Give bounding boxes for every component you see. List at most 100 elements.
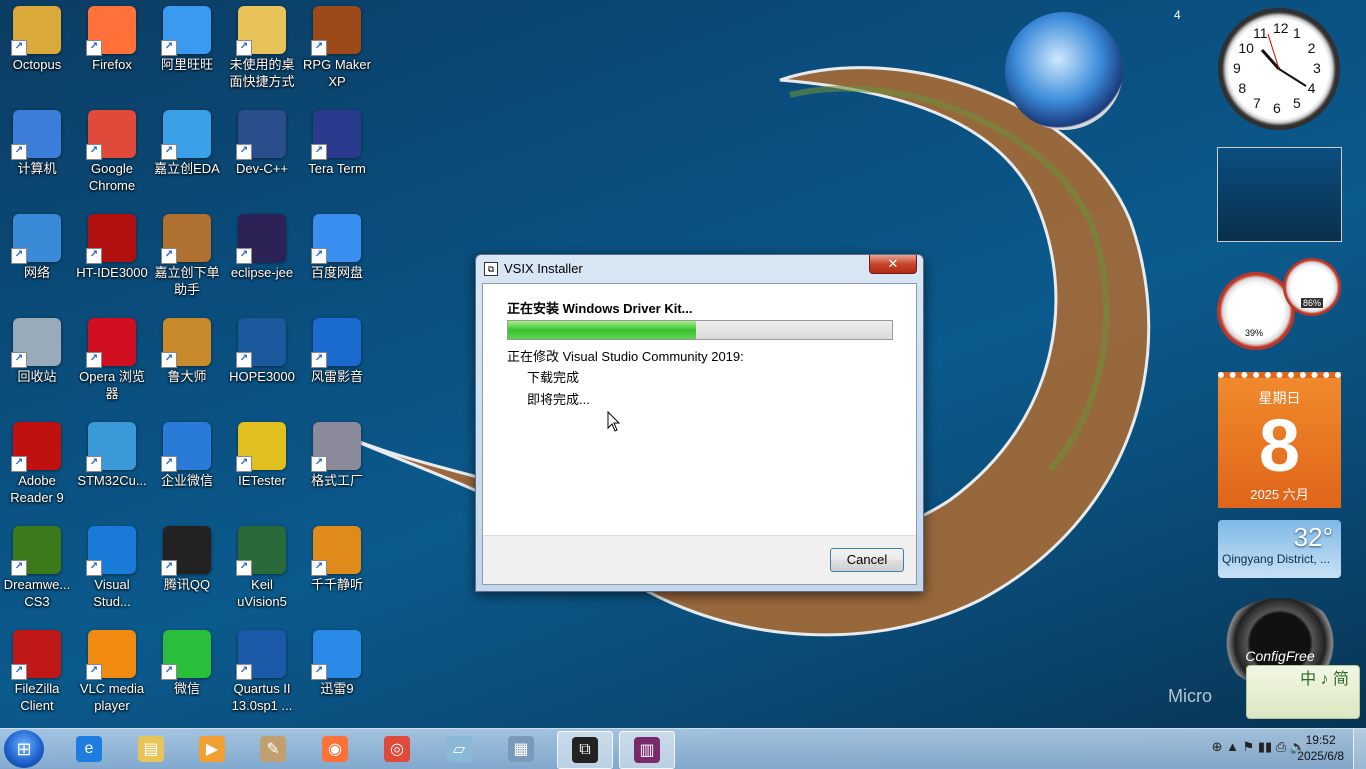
desktop-icon[interactable]: ↗ STM32Cu... — [75, 416, 149, 489]
devcpp-icon: ↗ — [236, 110, 286, 160]
shortcut-arrow-icon: ↗ — [236, 456, 252, 472]
memory-value: 86% — [1301, 298, 1324, 308]
slideshow-gadget[interactable] — [1217, 147, 1342, 242]
taskbar-item-chrome[interactable]: ◎ — [370, 731, 424, 767]
desktop-icon[interactable]: ↗ Quartus II 13.0sp1 ... — [225, 624, 299, 714]
desktop-icon-label: 格式工厂 — [310, 473, 363, 488]
desktop-icon[interactable]: ↗ 回收站 — [0, 312, 74, 385]
desktop-icon[interactable]: ↗ HOPE3000 — [225, 312, 299, 385]
close-button[interactable]: ✕ — [869, 255, 917, 274]
taskbar-clock[interactable]: 19:52 2025/6/8 — [1297, 732, 1344, 764]
shortcut-arrow-icon: ↗ — [311, 456, 327, 472]
desktop-icon-label: 阿里旺旺 — [160, 57, 213, 72]
taskbar-item-firefox[interactable]: ◉ — [308, 731, 362, 767]
desktop-icon[interactable]: ↗ 千千静听 — [300, 520, 374, 593]
desktop-icon[interactable]: ↗ IETester — [225, 416, 299, 489]
desktop-icon[interactable]: ↗ Dreamwe... CS3 — [0, 520, 74, 610]
desktop-icon-label: HT-IDE3000 — [76, 265, 148, 280]
media-center-gadget[interactable] — [1005, 12, 1123, 130]
calendar-gadget[interactable]: 星期日 8 2025 六月 — [1218, 372, 1341, 508]
desktop-icon[interactable]: ↗ RPG Maker XP — [300, 0, 374, 90]
desktop-icon[interactable]: ↗ 腾讯QQ — [150, 520, 224, 593]
shortcut-arrow-icon: ↗ — [161, 352, 177, 368]
shortcut-arrow-icon: ↗ — [311, 560, 327, 576]
ietester-icon: ↗ — [236, 422, 286, 472]
clock-number: 11 — [1253, 25, 1268, 42]
shortcut-arrow-icon: ↗ — [236, 248, 252, 264]
desktop-icon[interactable]: ↗ 企业微信 — [150, 416, 224, 489]
desktop-icon[interactable]: ↗ 格式工厂 — [300, 416, 374, 489]
desktop-icon[interactable]: ↗ 计算机 — [0, 104, 74, 177]
desktop-icon-label: 回收站 — [17, 369, 57, 384]
desktop-icon[interactable]: ↗ 阿里旺旺 — [150, 0, 224, 73]
cpu-meter-gadget: 39% 86% — [1217, 258, 1342, 350]
shortcut-arrow-icon: ↗ — [161, 40, 177, 56]
taskbar-item-explorer[interactable]: ▤ — [124, 731, 178, 767]
clock-number: 8 — [1238, 80, 1247, 96]
opera-icon: ↗ — [86, 318, 136, 368]
desktop-icon[interactable]: ↗ FileZilla Client — [0, 624, 74, 714]
system-tray[interactable]: ⊕ ▲ ⚑ ▮▮ ⎙ 🔊 — [1212, 739, 1306, 755]
taskbar-item-media[interactable]: ▶ — [185, 731, 239, 767]
desktop-icon[interactable]: ↗ 风雷影音 — [300, 312, 374, 385]
desktop-icon[interactable]: ↗ Tera Term — [300, 104, 374, 177]
desktop-icon-label: Firefox — [92, 57, 132, 72]
shortcut-arrow-icon: ↗ — [311, 40, 327, 56]
windows-start-icon[interactable]: ⊞ — [4, 730, 44, 768]
show-desktop-button[interactable] — [1353, 729, 1366, 769]
calendar-year-month: 2025 六月 — [1250, 487, 1309, 502]
desktop-icon-label: Dreamwe... CS3 — [3, 577, 71, 609]
desktop-icon[interactable]: ↗ 嘉立创EDA — [150, 104, 224, 177]
taskbar-item-winrar[interactable]: ▥ — [619, 731, 675, 769]
shortcut-arrow-icon: ↗ — [86, 352, 102, 368]
desktop-icon[interactable]: ↗ 微信 — [150, 624, 224, 697]
aliwangwang-icon: ↗ — [161, 6, 211, 56]
desktop-icon[interactable]: ↗ 未使用的桌面快捷方式 — [225, 0, 299, 90]
desktop-icon[interactable]: ↗ 网络 — [0, 208, 74, 281]
shortcut-arrow-icon: ↗ — [11, 248, 27, 264]
cpu-value: 39% — [1243, 328, 1266, 338]
desktop-icon[interactable]: ↗ Keil uVision5 — [225, 520, 299, 610]
desktop-icon[interactable]: ↗ 嘉立创下单助手 — [150, 208, 224, 298]
weather-gadget[interactable]: 32° Qingyang District, ... — [1218, 520, 1341, 578]
shortcut-arrow-icon: ↗ — [161, 456, 177, 472]
install-heading: 正在安装 Windows Driver Kit... — [507, 301, 693, 316]
desktop-icon[interactable]: ↗ eclipse-jee — [225, 208, 299, 281]
filezilla-icon: ↗ — [11, 630, 61, 680]
desktop-icon[interactable]: ↗ 百度网盘 — [300, 208, 374, 281]
clock-number: 6 — [1273, 100, 1281, 116]
folder-user-icon: ↗ — [11, 6, 61, 56]
recycle-bin-icon: ↗ — [11, 318, 61, 368]
desktop-icon[interactable]: ↗ Dev-C++ — [225, 104, 299, 177]
desktop-icon-label: FileZilla Client — [14, 681, 60, 713]
desktop-icon[interactable]: ↗ VLC media player — [75, 624, 149, 714]
desktop-icon[interactable]: ↗ HT-IDE3000 — [75, 208, 149, 281]
clock-number: 9 — [1233, 60, 1241, 76]
desktop-icon[interactable]: ↗ 迅雷9 — [300, 624, 374, 697]
internet-explorer-icon: e — [76, 736, 102, 762]
ime-language-bar[interactable]: 中 ♪ 简 — [1246, 665, 1360, 719]
desktop-icon-label: IETester — [238, 473, 286, 488]
wechat-icon: ↗ — [161, 630, 211, 680]
desktop-icon[interactable]: ↗ Opera 浏览器 — [75, 312, 149, 402]
configfree-label: ConfigFree — [1245, 648, 1315, 664]
taskbar-item-notes[interactable]: ▱ — [432, 731, 486, 767]
desktop-icon[interactable]: ↗ Visual Stud... — [75, 520, 149, 610]
vsix-installer-icon: ⧉ — [572, 737, 598, 763]
desktop-icon[interactable]: ↗ Adobe Reader 9 — [0, 416, 74, 506]
desktop-icon[interactable]: ↗ 鲁大师 — [150, 312, 224, 385]
taskbar-item-paint[interactable]: ✎ — [246, 731, 300, 767]
desktop-icon[interactable]: ↗ Firefox — [75, 0, 149, 73]
desktop-icon[interactable]: ↗ Google Chrome — [75, 104, 149, 194]
cancel-button[interactable]: Cancel — [830, 548, 904, 572]
taskbar-item-calc[interactable]: ▦ — [494, 731, 548, 767]
taskbar-item-ie[interactable]: e — [62, 731, 116, 767]
shortcut-arrow-icon: ↗ — [11, 40, 27, 56]
desktop-icon-label: 嘉立创下单助手 — [154, 265, 220, 297]
microsoft-watermark: Micro — [1168, 686, 1212, 706]
taskbar-item-vsix[interactable]: ⧉ — [557, 731, 613, 769]
taskbar-date: 2025/6/8 — [1297, 749, 1344, 763]
desktop-icon[interactable]: ↗ Octopus — [0, 0, 74, 73]
taskbar: ⊞ e ▤ ▶ ✎ ◉ ◎ ▱ ▦ ⧉ ▥ ⊕ ▲ ⚑ ▮▮ ⎙ 🔊 19:52 2025/6/8 — [0, 728, 1366, 769]
dialog-titlebar[interactable]: ⧉ VSIX Installer ✕ — [476, 255, 923, 283]
